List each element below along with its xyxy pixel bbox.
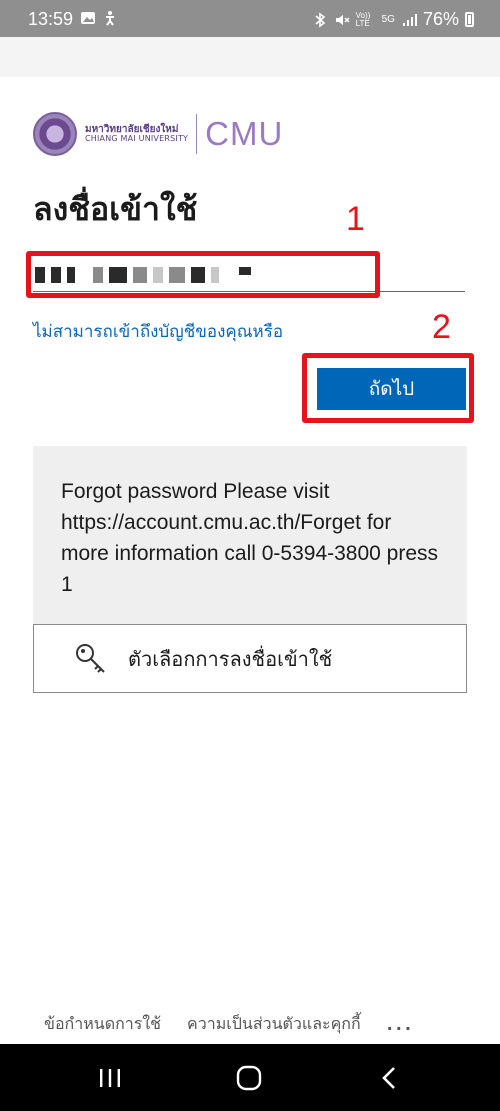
logo-text: มหาวิทยาลัยเชียงใหม่ CHIANG MAI UNIVERSI… [85,124,188,144]
logo-divider [196,114,198,154]
page-title: ลงชื่อเข้าใช้ [33,190,198,228]
gallery-icon [81,12,95,24]
privacy-cookies-link[interactable]: ความเป็นส่วนตัวและคุกกี้ [187,1012,361,1037]
more-options-button[interactable]: ... [387,1015,414,1034]
status-right: Vo)) LTE 5G 76% [312,9,474,30]
android-nav-bar [0,1044,500,1111]
cmu-logo: มหาวิทยาลัยเชียงใหม่ CHIANG MAI UNIVERSI… [33,112,283,156]
annotation-number-2: 2 [432,308,451,346]
forgot-password-info: Forgot password Please visit https://acc… [33,446,467,624]
status-bar: 13:59 Vo)) LTE 5G 76% [0,0,500,37]
accessibility-icon [106,11,114,26]
5g-icon: 5G [381,14,395,25]
signal-icon [402,13,417,26]
status-time: 13:59 [28,9,74,29]
signin-options-button[interactable]: ตัวเลือกการลงชื่อเข้าใช้ [33,624,467,693]
footer: ข้อกำหนดการใช้ ความเป็นส่วนตัวและคุกกี้ … [0,1006,500,1042]
back-icon[interactable] [376,1064,404,1092]
recent-apps-icon[interactable] [96,1064,124,1092]
annotation-number-1: 1 [346,200,365,238]
logo-abbreviation: CMU [205,115,284,152]
browser-top-bar [0,37,500,77]
cant-access-account-link[interactable]: ไม่สามารถเข้าถึงบัญชีของคุณหรือ [33,318,283,345]
key-icon [76,643,105,673]
logo-english-name: CHIANG MAI UNIVERSITY [85,134,189,144]
home-icon[interactable] [235,1064,263,1092]
status-left-icons [80,10,118,26]
mute-icon [335,14,350,25]
battery-percent: 76% [422,9,459,29]
terms-of-use-link[interactable]: ข้อกำหนดการใช้ [44,1012,161,1037]
cmu-seal-icon [33,112,77,156]
bluetooth-icon [315,11,325,28]
annotation-box-2 [302,353,474,423]
signin-options-label: ตัวเลือกการลงชื่อเข้าใช้ [128,646,333,671]
annotation-box-1 [26,251,380,298]
battery-icon [465,12,474,27]
volte-icon: Vo)) LTE [355,10,371,28]
